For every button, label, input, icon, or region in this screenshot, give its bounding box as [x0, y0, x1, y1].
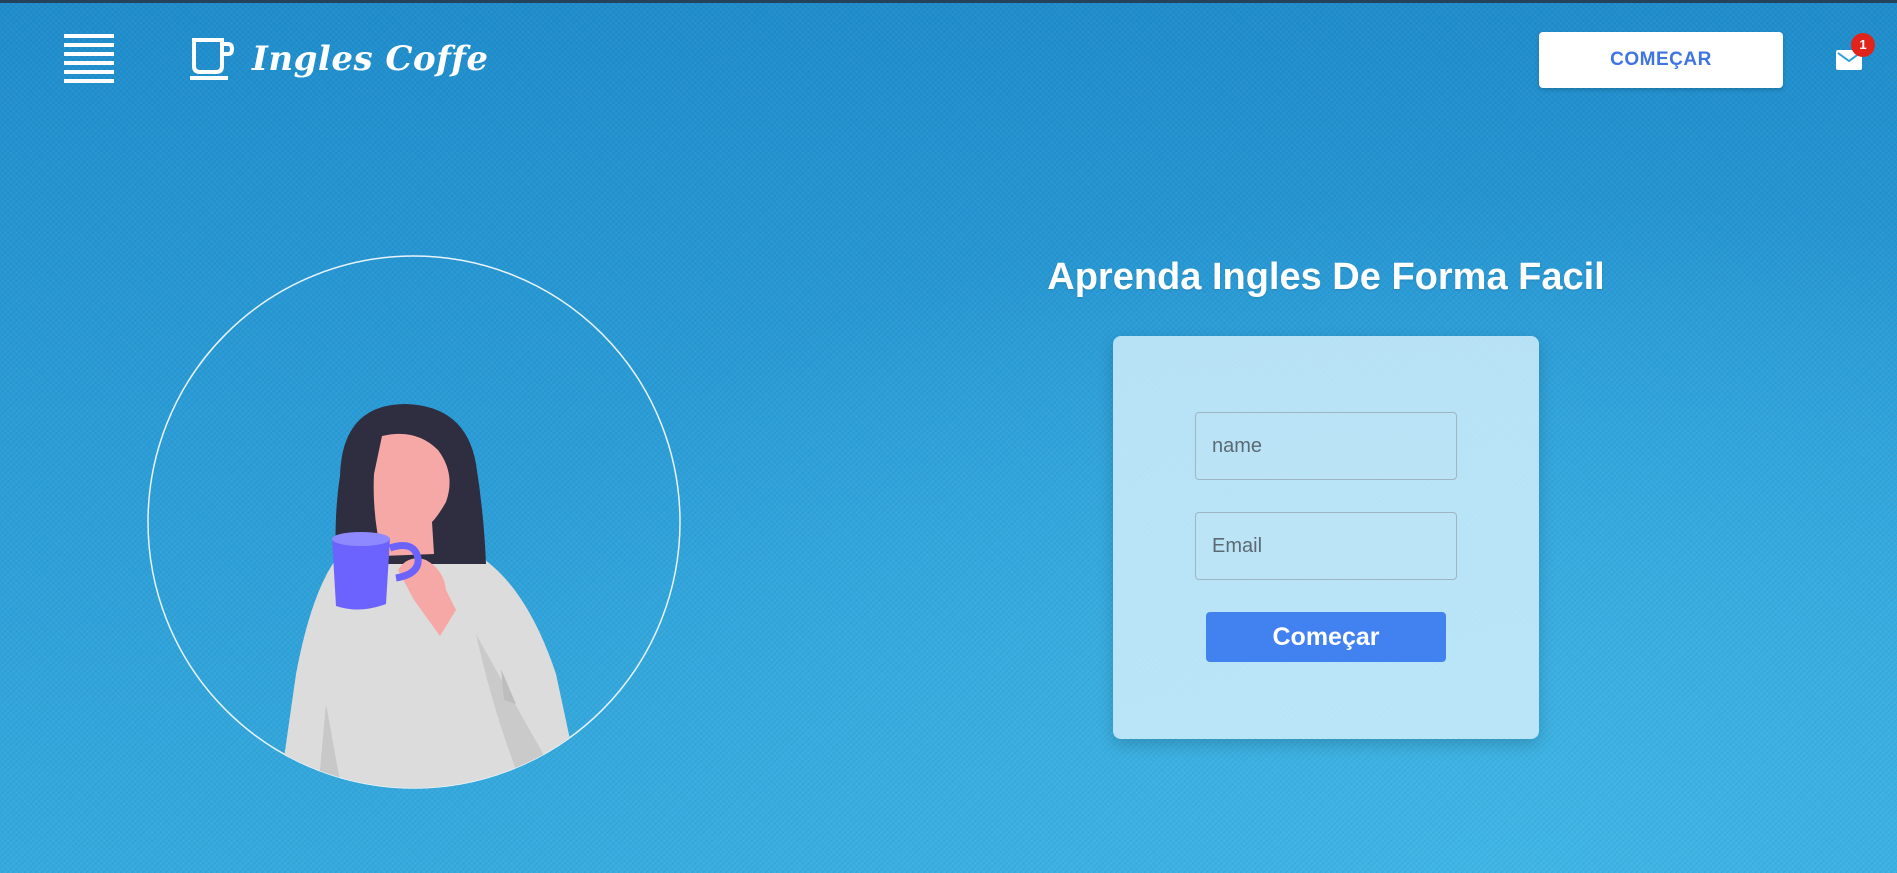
site-header: Ingles Coffe COMEÇAR 1: [0, 0, 1897, 110]
header-start-button[interactable]: COMEÇAR: [1539, 32, 1783, 88]
woman-drinking-coffee-illustration: [147, 255, 681, 789]
signup-form: Começar: [1113, 336, 1539, 739]
start-button[interactable]: Começar: [1206, 612, 1446, 662]
hamburger-menu-icon[interactable]: [64, 34, 114, 86]
page-title: Aprenda Ingles De Forma Facil: [1047, 256, 1605, 298]
notification-badge: 1: [1851, 33, 1875, 57]
email-input[interactable]: [1195, 512, 1457, 580]
brand-logo[interactable]: Ingles Coffe: [188, 36, 489, 82]
brand-name: Ingles Coffe: [252, 39, 489, 79]
name-input[interactable]: [1195, 412, 1457, 480]
coffee-cup-icon: [190, 38, 235, 80]
